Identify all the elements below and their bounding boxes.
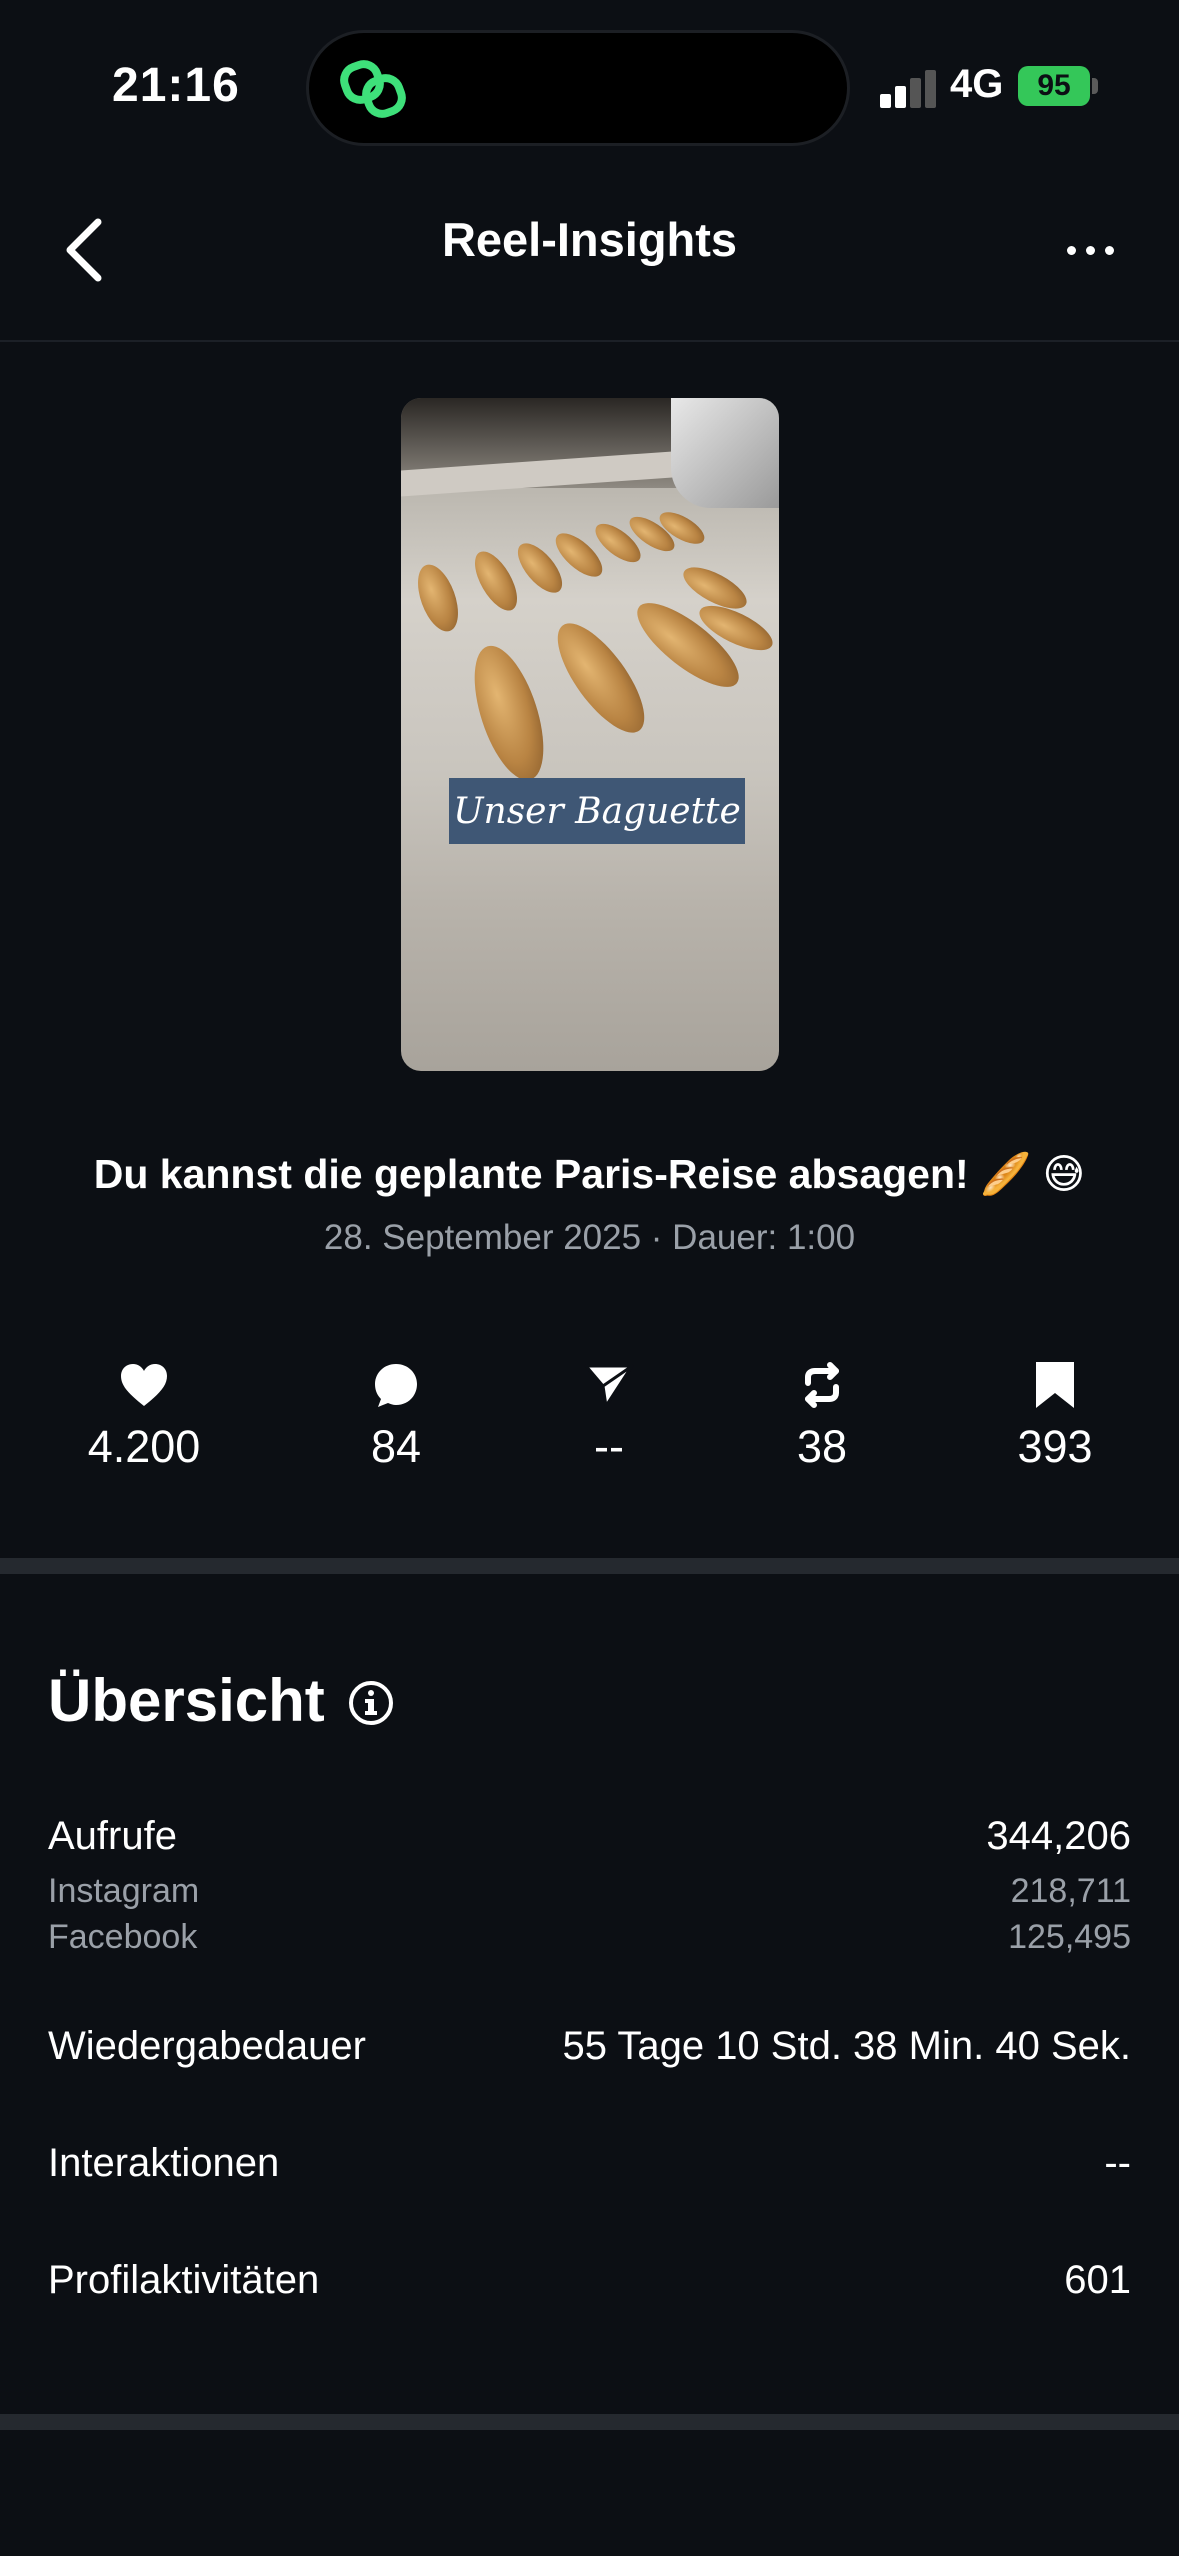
stat-comments: 84 [296, 1355, 496, 1473]
facebook-label: Facebook [48, 1918, 198, 1956]
repost-icon [805, 1362, 839, 1408]
page-title: Reel-Insights [441, 213, 738, 266]
reel-thumbnail[interactable]: Unser Baguette [401, 398, 779, 1071]
baguette [542, 610, 660, 746]
more-options-button[interactable] [1050, 230, 1130, 270]
stat-likes: 4.200 [44, 1355, 244, 1473]
interactions-label: Interaktionen [48, 2141, 280, 2185]
reposts-count: 38 [796, 1421, 848, 1472]
baguette [466, 544, 526, 618]
reel-title: Du kannst die geplante Paris-Reise absag… [93, 1151, 1086, 1197]
thumbnail-caption: Unser Baguette [449, 778, 745, 844]
baguette [460, 637, 558, 789]
battery-icon: 95 [1018, 66, 1090, 106]
comment-icon [375, 1364, 417, 1407]
shares-count: -- [594, 1421, 624, 1472]
profile-activity-value: 601 [1064, 2258, 1131, 2302]
dynamic-island[interactable] [306, 30, 850, 146]
profile-activity-label: Profilaktivitäten [48, 2258, 320, 2302]
overview-title: Übersicht [48, 1667, 325, 1734]
instagram-value: 218,711 [1010, 1872, 1131, 1910]
link-icon [340, 60, 406, 118]
interactions-value: -- [1104, 2141, 1131, 2185]
views-value: 344,206 [986, 1814, 1131, 1858]
network-type: 4G [950, 62, 1004, 106]
dot-icon [1085, 245, 1095, 255]
dot-icon [1066, 245, 1076, 255]
stat-shares: -- [509, 1355, 709, 1473]
section-divider [0, 1558, 1179, 1574]
watch-time-value: 55 Tage 10 Std. 38 Min. 40 Sek. [562, 2024, 1131, 2068]
views-label: Aufrufe [48, 1814, 177, 1858]
instagram-label: Instagram [48, 1872, 200, 1910]
reel-meta: 28. September 2025 · Dauer: 1:00 [323, 1218, 856, 1257]
battery-level: 95 [1037, 69, 1071, 102]
stat-reposts: 38 [722, 1355, 922, 1473]
share-icon [584, 1364, 634, 1408]
baguette [410, 559, 466, 637]
status-bar: 21:16 4G 95 [0, 0, 1179, 170]
saves-count: 393 [1017, 1421, 1093, 1472]
signal-icon [880, 64, 940, 108]
nav-bar: Reel-Insights [0, 170, 1179, 342]
comments-count: 84 [370, 1421, 422, 1472]
bookmark-icon [1036, 1362, 1074, 1408]
facebook-value: 125,495 [1008, 1918, 1131, 1956]
status-time: 21:16 [112, 59, 240, 112]
dot-icon [1104, 245, 1114, 255]
section-divider [0, 2414, 1179, 2430]
battery-tip [1092, 78, 1098, 94]
likes-count: 4.200 [87, 1421, 201, 1472]
heart-icon [121, 1364, 167, 1406]
watch-time-label: Wiedergabedauer [48, 2024, 366, 2068]
info-icon[interactable] [348, 1680, 394, 1726]
thumbnail-arm [671, 398, 779, 508]
stat-saves: 393 [955, 1355, 1155, 1473]
